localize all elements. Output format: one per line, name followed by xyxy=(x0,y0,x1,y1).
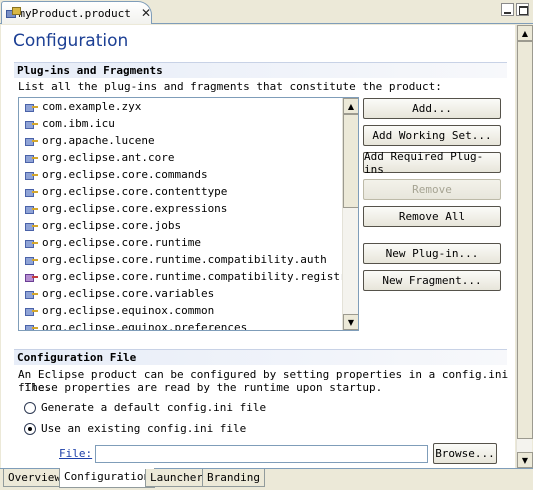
plugin-icon xyxy=(25,306,39,316)
plugin-icon xyxy=(25,153,39,163)
existing-config-radio[interactable] xyxy=(24,422,36,435)
add-required-plugins-button[interactable]: Add Required Plug-ins xyxy=(363,150,501,176)
editor-tab-product[interactable]: myProduct.product ✕ xyxy=(1,1,152,24)
plugin-icon xyxy=(25,204,39,214)
maximize-button[interactable] xyxy=(516,3,529,16)
existing-config-label: Use an existing config.ini file xyxy=(41,422,247,435)
form-scrollbar[interactable]: ▲ ▼ xyxy=(516,25,533,468)
plugin-list-scrollbar[interactable]: ▲ ▼ xyxy=(342,98,358,330)
remove-all-button[interactable]: Remove All xyxy=(363,206,501,227)
plugin-icon xyxy=(25,289,39,299)
scroll-thumb[interactable] xyxy=(343,114,358,208)
minimize-button[interactable] xyxy=(501,3,514,16)
product-file-icon xyxy=(6,7,22,19)
list-item-label: org.eclipse.core.commands xyxy=(42,168,208,181)
list-item-label: com.example.zyx xyxy=(42,100,142,113)
list-item[interactable]: org.eclipse.core.contenttype xyxy=(19,183,342,200)
plugins-section-header[interactable]: Plug-ins and Fragments xyxy=(14,62,507,78)
scroll-down-icon[interactable]: ▼ xyxy=(517,452,533,468)
scroll-up-icon[interactable]: ▲ xyxy=(343,98,358,114)
generate-config-label: Generate a default config.ini file xyxy=(41,401,267,414)
plugin-icon xyxy=(25,238,39,248)
tab-launcher[interactable]: Launcher xyxy=(145,469,208,487)
plugin-icon xyxy=(25,323,39,330)
file-link[interactable]: File: xyxy=(59,447,92,460)
list-item-label: org.eclipse.core.runtime.compatibility.r… xyxy=(42,270,354,283)
plugin-icon xyxy=(25,136,39,146)
plugin-icon xyxy=(25,221,39,231)
list-item[interactable]: org.eclipse.equinox.preferences xyxy=(19,319,342,331)
list-item-label: org.eclipse.core.expressions xyxy=(42,202,228,215)
editor-tab-title: myProduct.product xyxy=(18,6,131,20)
list-item-label: org.eclipse.ant.core xyxy=(42,151,175,164)
list-item-label: org.eclipse.equinox.common xyxy=(42,304,215,317)
configuration-form: Configuration Plug-ins and Fragments Lis… xyxy=(1,25,515,468)
config-section-header[interactable]: Configuration File xyxy=(14,349,507,365)
list-item[interactable]: org.eclipse.ant.core xyxy=(19,149,342,166)
plugin-icon xyxy=(25,255,39,265)
list-item-label: org.eclipse.equinox.preferences xyxy=(42,321,248,331)
config-description-line2: These properties are read by the runtime… xyxy=(18,381,383,394)
add-working-set-button[interactable]: Add Working Set... xyxy=(363,125,501,146)
list-item[interactable]: org.eclipse.core.jobs xyxy=(19,217,342,234)
scroll-down-icon[interactable]: ▼ xyxy=(343,314,358,330)
remove-button[interactable]: Remove xyxy=(363,179,501,200)
page-title: Configuration xyxy=(13,31,129,51)
list-item[interactable]: com.example.zyx xyxy=(19,98,342,115)
list-item[interactable]: org.eclipse.core.runtime xyxy=(19,234,342,251)
plugin-list[interactable]: com.example.zyx com.ibm.icu org.apache.luc… xyxy=(18,97,359,331)
plugin-icon xyxy=(25,170,39,180)
list-item-label: org.eclipse.core.runtime.compatibility.a… xyxy=(42,253,327,266)
plugin-icon xyxy=(25,119,39,129)
tab-configuration[interactable]: Configuration xyxy=(59,468,156,488)
tab-overview[interactable]: Overview xyxy=(3,469,66,487)
list-item-label: org.eclipse.core.jobs xyxy=(42,219,182,232)
list-item-label: org.eclipse.core.contenttype xyxy=(42,185,228,198)
new-fragment-button[interactable]: New Fragment... xyxy=(363,270,501,291)
list-item[interactable]: org.eclipse.core.runtime.compatibility.a… xyxy=(19,251,342,268)
form-scroll-thumb[interactable] xyxy=(517,41,533,439)
scroll-up-icon[interactable]: ▲ xyxy=(517,25,533,41)
generate-config-radio-option[interactable]: Generate a default config.ini file xyxy=(24,401,266,414)
list-item[interactable]: org.eclipse.core.runtime.compatibility.r… xyxy=(19,268,353,285)
plugins-section-description: List all the plug-ins and fragments that… xyxy=(18,80,442,93)
tab-branding[interactable]: Branding xyxy=(202,469,265,487)
close-icon[interactable]: ✕ xyxy=(141,6,151,20)
list-item[interactable]: org.apache.lucene xyxy=(19,132,342,149)
plugin-icon xyxy=(25,187,39,197)
list-item-label: org.eclipse.core.variables xyxy=(42,287,215,300)
config-file-input[interactable] xyxy=(95,445,428,463)
editor-tab-strip: myProduct.product ✕ xyxy=(0,0,533,24)
browse-button[interactable]: Browse... xyxy=(433,443,497,464)
plugin-icon xyxy=(25,102,39,112)
list-item-label: org.apache.lucene xyxy=(42,134,155,147)
add-button[interactable]: Add... xyxy=(363,98,501,119)
list-item-label: com.ibm.icu xyxy=(42,117,115,130)
list-item[interactable]: org.eclipse.core.expressions xyxy=(19,200,342,217)
generate-config-radio[interactable] xyxy=(24,401,36,414)
plugin-list-items: com.example.zyx com.ibm.icu org.apache.luc… xyxy=(19,98,353,331)
fragment-icon xyxy=(25,272,39,282)
list-item[interactable]: org.eclipse.core.variables xyxy=(19,285,342,302)
page-tabs: Overview Configuration Launcher Branding xyxy=(0,468,533,490)
list-item[interactable]: org.eclipse.equinox.common xyxy=(19,302,342,319)
list-item[interactable]: org.eclipse.core.commands xyxy=(19,166,342,183)
list-item-label: org.eclipse.core.runtime xyxy=(42,236,201,249)
new-plugin-button[interactable]: New Plug-in... xyxy=(363,243,501,264)
existing-config-radio-option[interactable]: Use an existing config.ini file xyxy=(24,422,246,435)
list-item[interactable]: com.ibm.icu xyxy=(19,115,342,132)
